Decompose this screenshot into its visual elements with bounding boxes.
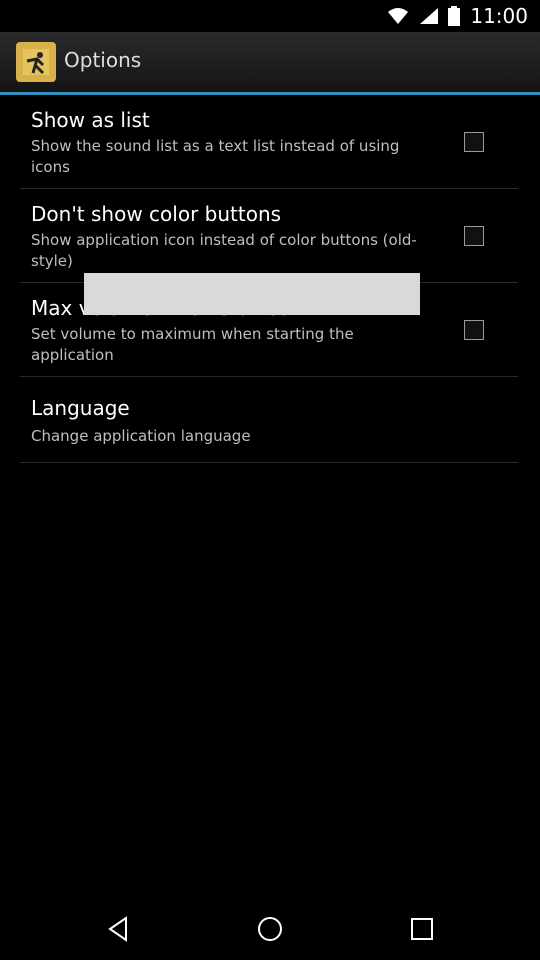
signal-icon (420, 8, 439, 24)
app-logo-icon (16, 42, 56, 82)
max-volume-checkbox[interactable] (464, 320, 484, 340)
status-time: 11:00 (470, 4, 528, 28)
page-title: Options (64, 48, 142, 72)
wifi-icon (388, 8, 409, 24)
setting-title: Show as list (31, 108, 150, 132)
toast-overlay (84, 273, 420, 315)
title-bar: Options (0, 32, 540, 95)
setting-summary: Set volume to maximum when starting the … (31, 325, 354, 364)
setting-show-as-list[interactable]: Show as list Show the sound list as a te… (20, 96, 518, 189)
status-right: 11:00 (388, 0, 528, 32)
setting-summary: Change application language (31, 427, 251, 445)
show-as-list-checkbox[interactable] (464, 132, 484, 152)
recents-icon[interactable] (407, 914, 437, 944)
setting-no-color-buttons[interactable]: Don't show color buttons Show applicatio… (20, 190, 518, 283)
setting-summary: Show the sound list as a text list inste… (31, 137, 400, 176)
setting-summary: Show application icon instead of color b… (31, 231, 417, 270)
setting-title: Don't show color buttons (31, 202, 282, 226)
setting-title: Language (31, 396, 130, 420)
battery-icon (448, 6, 461, 26)
home-icon[interactable] (255, 914, 285, 944)
back-icon[interactable] (104, 914, 134, 944)
no-color-buttons-checkbox[interactable] (464, 226, 484, 246)
status-bar: 11:00 (0, 0, 540, 32)
navigation-bar (0, 896, 540, 960)
setting-language[interactable]: Language Change application language (20, 378, 518, 463)
